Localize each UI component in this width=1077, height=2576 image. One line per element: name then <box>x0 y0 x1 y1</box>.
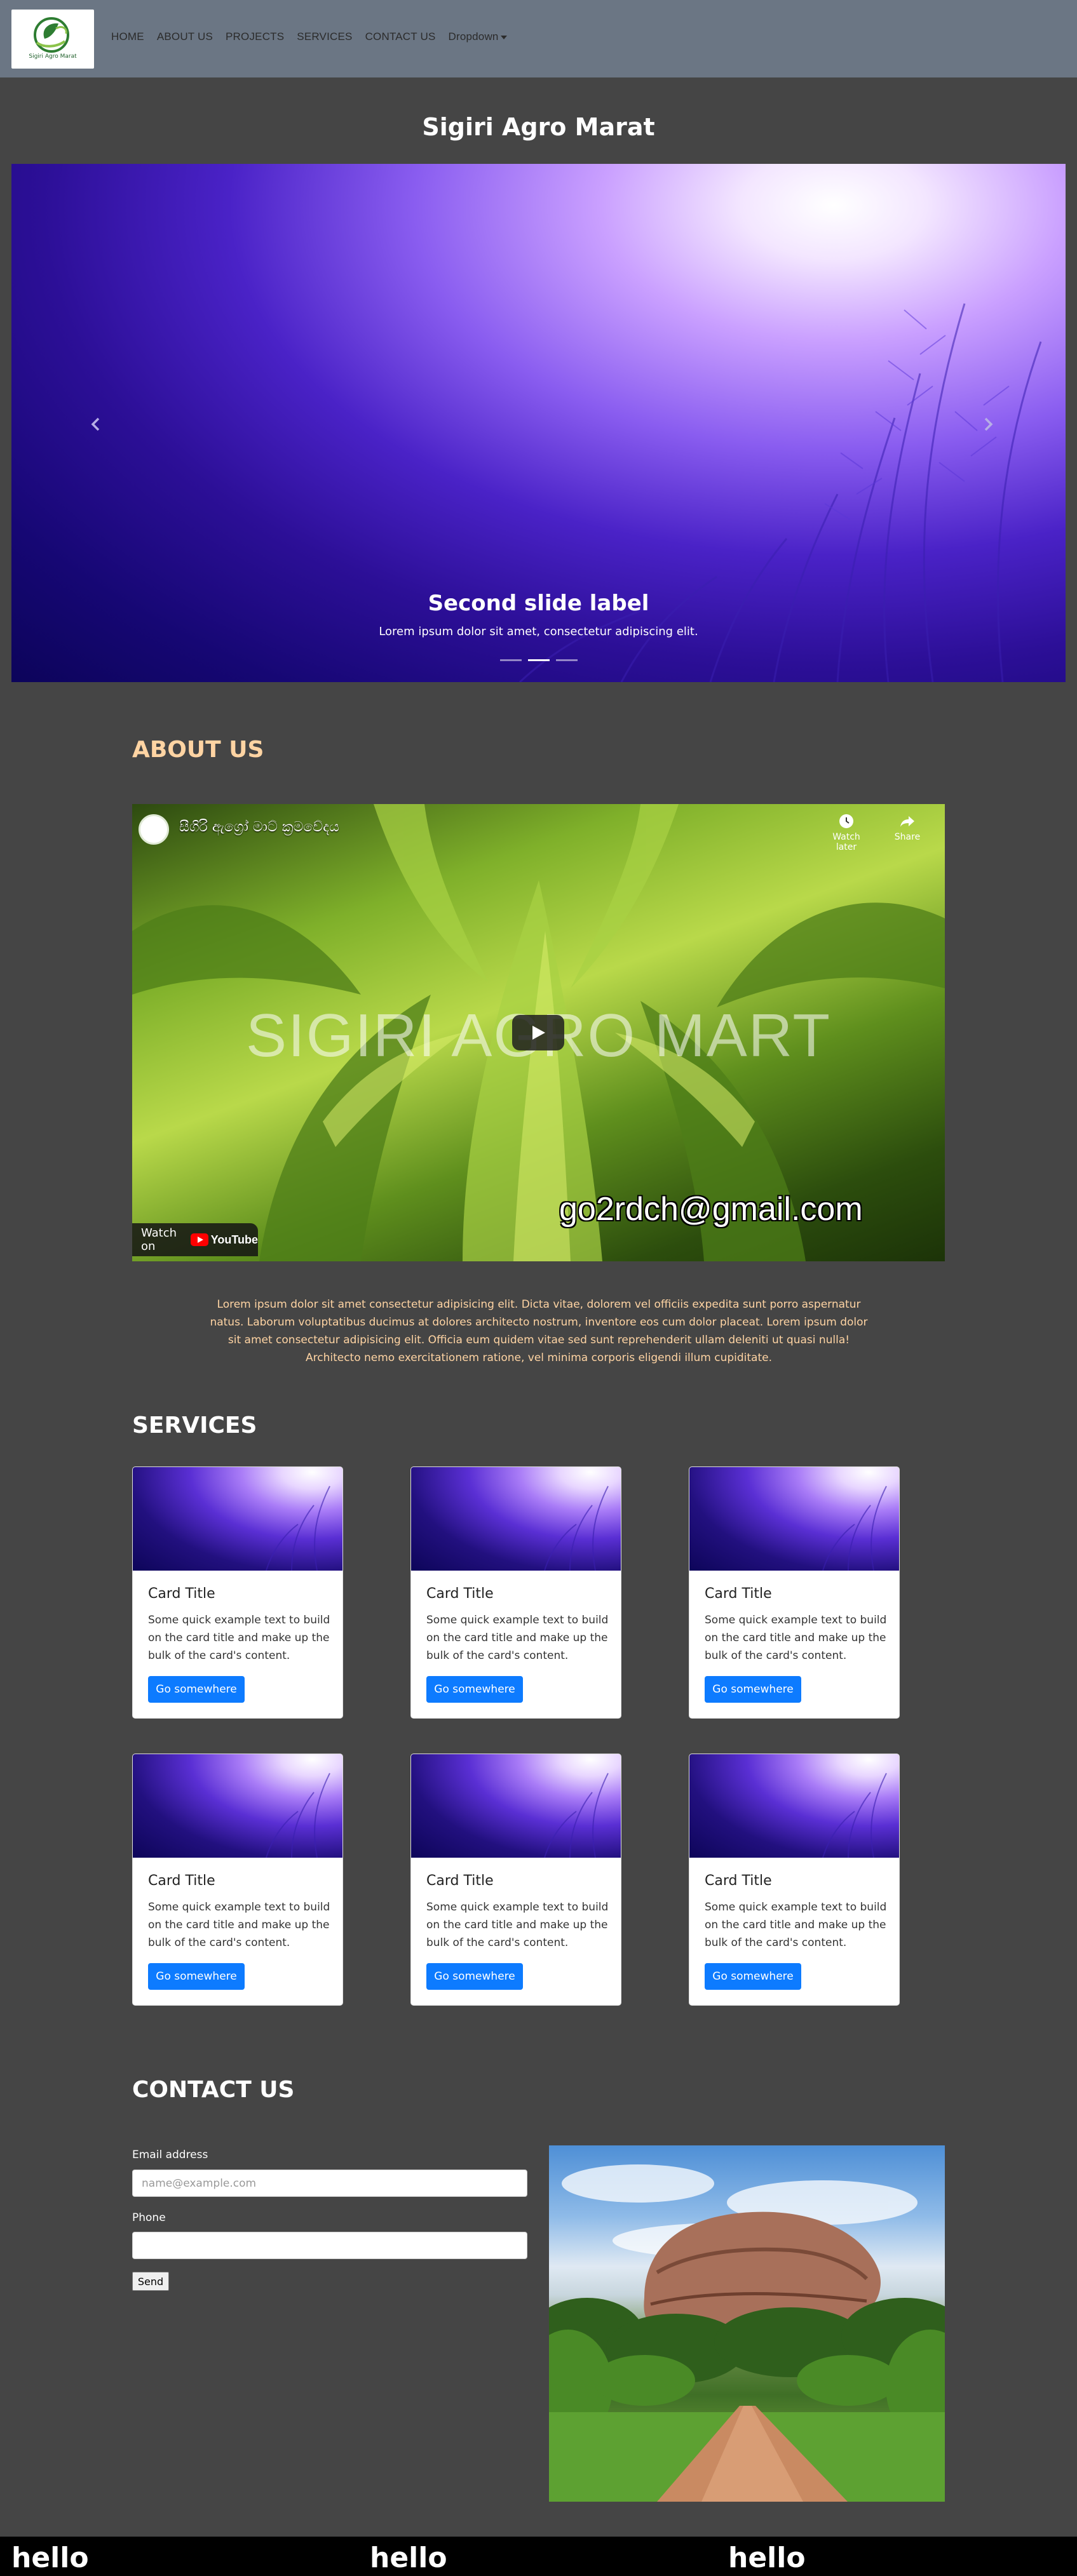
share-label: Share <box>894 832 921 842</box>
go-somewhere-button[interactable]: Go somewhere <box>426 1676 523 1703</box>
card-grass <box>544 1773 609 1858</box>
play-button[interactable] <box>512 1015 564 1050</box>
brand-logo[interactable]: Sigiri Agro Marat <box>11 10 94 69</box>
chevron-right-icon <box>984 417 993 431</box>
nav-menu: HOME ABOUT US PROJECTS SERVICES CONTACT … <box>111 30 520 43</box>
card-image <box>689 1754 899 1858</box>
email-label: Email address <box>132 2149 208 2161</box>
nav-item-services[interactable]: SERVICES <box>297 30 358 43</box>
card-text: Some quick example text to build on the … <box>148 1614 330 1662</box>
youtube-label: YouTube <box>210 1233 258 1246</box>
watch-on-label: Watch on <box>141 1226 177 1253</box>
channel-avatar[interactable] <box>139 814 169 845</box>
card-grass <box>822 1486 887 1571</box>
nav-item-home[interactable]: HOME <box>111 30 151 43</box>
card-text: Some quick example text to build on the … <box>705 1614 887 1662</box>
phone-field[interactable] <box>132 2232 527 2259</box>
service-card: Card Title Some quick example text to bu… <box>410 1754 621 2006</box>
card-grass <box>266 1486 330 1571</box>
sigiriya-scene <box>549 2164 945 2502</box>
footer: hello hello hello <box>0 2537 1077 2576</box>
service-card: Card Title Some quick example text to bu… <box>132 1466 343 1719</box>
slide-description: Lorem ipsum dolor sit amet, consectetur … <box>379 625 698 638</box>
email-field[interactable] <box>132 2170 527 2197</box>
watch-later-label: Watch later <box>832 832 860 852</box>
go-somewhere-button[interactable]: Go somewhere <box>426 1963 523 1990</box>
youtube-video-embed[interactable]: සීගිරි ඇග්‍රෝ මාට් ක්‍රමවේදය Watch later… <box>132 804 945 1261</box>
sigiriya-rock-image <box>549 2145 945 2502</box>
go-somewhere-button[interactable]: Go somewhere <box>148 1963 245 1990</box>
card-image <box>411 1467 621 1571</box>
logo-leaf-icon <box>34 17 69 53</box>
phone-label: Phone <box>132 2211 166 2224</box>
hero-carousel: Second slide label Lorem ipsum dolor sit… <box>11 164 1066 682</box>
chevron-left-icon <box>91 417 100 431</box>
go-somewhere-button[interactable]: Go somewhere <box>705 1676 801 1703</box>
go-somewhere-button[interactable]: Go somewhere <box>705 1963 801 1990</box>
card-text: Some quick example text to build on the … <box>705 1901 887 1949</box>
card-text: Some quick example text to build on the … <box>426 1614 609 1662</box>
card-image <box>411 1754 621 1858</box>
service-card: Card Title Some quick example text to bu… <box>689 1754 900 2006</box>
footer-item-3: hello <box>728 2542 806 2574</box>
video-email-overlay: go2rdch@gmail.com <box>559 1190 864 1228</box>
site-title: Sigiri Agro Marat <box>422 113 655 141</box>
go-somewhere-button[interactable]: Go somewhere <box>148 1676 245 1703</box>
card-title: Card Title <box>148 1873 215 1889</box>
card-text: Some quick example text to build on the … <box>426 1901 609 1949</box>
watch-on-youtube-button[interactable]: Watch on YouTube <box>132 1223 258 1256</box>
carousel-indicators <box>11 659 1066 661</box>
services-heading: SERVICES <box>132 1412 257 1439</box>
card-grass <box>266 1773 330 1858</box>
carousel-next-button[interactable] <box>979 415 998 434</box>
service-card: Card Title Some quick example text to bu… <box>410 1466 621 1719</box>
youtube-logo: YouTube <box>190 1233 258 1247</box>
share-icon <box>900 816 914 827</box>
card-title: Card Title <box>705 1873 772 1889</box>
carousel-indicator-3[interactable] <box>555 659 578 661</box>
caret-down-icon <box>500 35 507 39</box>
nav-item-contact-us[interactable]: CONTACT US <box>365 30 442 43</box>
youtube-play-icon <box>190 1233 208 1246</box>
share-button[interactable]: Share <box>888 813 926 842</box>
contact-heading: CONTACT US <box>132 2077 295 2103</box>
logo-text: Sigiri Agro Marat <box>29 53 77 60</box>
clock-icon <box>839 814 853 828</box>
card-grass <box>544 1486 609 1571</box>
slide-label: Second slide label <box>428 591 649 616</box>
card-image <box>689 1467 899 1571</box>
card-title: Card Title <box>426 1873 494 1889</box>
card-title: Card Title <box>705 1586 772 1602</box>
card-grass <box>822 1773 887 1858</box>
video-title[interactable]: සීගිරි ඇග්‍රෝ මාට් ක්‍රමවේදය <box>179 819 339 835</box>
service-card: Card Title Some quick example text to bu… <box>132 1754 343 2006</box>
card-title: Card Title <box>426 1586 494 1602</box>
card-text: Some quick example text to build on the … <box>148 1901 330 1949</box>
card-image <box>133 1754 342 1858</box>
dropdown-label: Dropdown <box>448 30 499 43</box>
watch-later-button[interactable]: Watch later <box>827 813 865 852</box>
nav-item-dropdown[interactable]: Dropdown <box>449 30 513 43</box>
carousel-prev-button[interactable] <box>86 415 105 434</box>
footer-item-1: hello <box>11 2542 89 2574</box>
send-button[interactable]: Send <box>132 2272 169 2291</box>
play-icon <box>532 1026 545 1040</box>
card-image <box>133 1467 342 1571</box>
about-heading: ABOUT US <box>132 737 264 763</box>
navbar: Sigiri Agro Marat HOME ABOUT US PROJECTS… <box>0 0 1077 77</box>
nav-item-about-us[interactable]: ABOUT US <box>157 30 219 43</box>
carousel-indicator-2[interactable] <box>527 659 550 661</box>
about-text: Lorem ipsum dolor sit amet consectetur a… <box>210 1298 868 1364</box>
carousel-indicator-1[interactable] <box>499 659 522 661</box>
card-title: Card Title <box>148 1586 215 1602</box>
footer-item-2: hello <box>370 2542 447 2574</box>
nav-item-projects[interactable]: PROJECTS <box>226 30 290 43</box>
service-card: Card Title Some quick example text to bu… <box>689 1466 900 1719</box>
